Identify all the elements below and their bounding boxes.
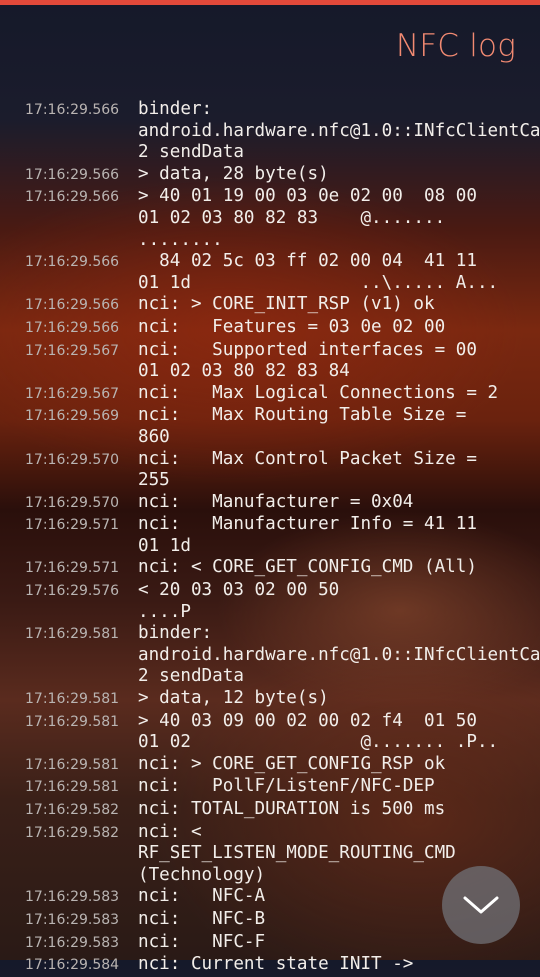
log-entry: 17:16:29.576 < 20 03 03 02 00 50 ....P [0,580,540,623]
log-message: > 40 01 19 00 03 0e 02 00 08 00 01 02 03… [138,186,477,250]
log-list[interactable]: 17:16:29.566 binder: android.hardware.nfc… [0,99,540,977]
log-timestamp: 17:16:29.570 [25,494,120,511]
log-timestamp: 17:16:29.571 [25,517,120,534]
log-message: nci: Supported interfaces = 00 01 02 03 … [138,339,477,382]
log-entry: 17:16:29.566 nci: Features = 03 0e 02 00 [0,317,540,340]
log-entry: 17:16:29.566 84 02 5c 03 ff 02 00 04 41 … [0,251,540,294]
chevron-down-icon [463,896,499,914]
log-entry: 17:16:29.570 nci: Manufacturer = 0x04 [0,492,540,515]
log-entry: 17:16:29.566 binder: android.hardware.nfc… [0,99,540,164]
log-message: nci: > CORE_GET_CONFIG_RSP ok [138,753,446,774]
log-timestamp: 17:16:29.583 [25,889,120,906]
log-entry: 17:16:29.581 nci: PollF/ListenF/NFC-DEP [0,776,540,799]
log-timestamp: 17:16:29.581 [25,756,120,773]
log-timestamp: 17:16:29.566 [25,297,120,314]
log-message: nci: Manufacturer Info = 41 11 01 1d [138,514,477,556]
log-message: binder: android.hardware.nfc@1.0::INfcCl… [138,623,540,687]
log-message: nci: PollF/ListenF/NFC-DEP [138,776,435,797]
log-entry: 17:16:29.581 > data, 12 byte(s) [0,688,540,711]
log-entry: 17:16:29.566 nci: > CORE_INIT_RSP (v1) ok [0,294,540,317]
log-message: nci: Max Routing Table Size = 860 [138,405,467,447]
accent-bar [0,0,540,5]
log-message: binder: android.hardware.nfc@1.0::INfcCl… [138,99,540,163]
log-entry: 17:16:29.567 nci: Supported interfaces = … [0,340,540,383]
log-timestamp: 17:16:29.583 [25,934,120,951]
log-timestamp: 17:16:29.582 [25,824,120,841]
log-timestamp: 17:16:29.566 [25,166,120,183]
log-timestamp: 17:16:29.576 [25,583,120,600]
log-timestamp: 17:16:29.566 [25,319,120,336]
log-message: > data, 12 byte(s) [138,688,329,709]
log-entry: 17:16:29.566 > data, 28 byte(s) [0,164,540,187]
log-entry: 17:16:29.581 nci: > CORE_GET_CONFIG_RSP o… [0,754,540,777]
log-entry: 17:16:29.569 nci: Max Routing Table Size … [0,405,540,448]
log-entry: 17:16:29.570 nci: Max Control Packet Size… [0,449,540,492]
log-message: nci: > CORE_INIT_RSP (v1) ok [138,294,435,315]
log-message: nci: Features = 03 0e 02 00 [138,316,446,337]
log-timestamp: 17:16:29.566 [25,102,120,118]
log-timestamp: 17:16:29.581 [25,779,120,796]
log-timestamp: 17:16:29.566 [25,189,120,206]
log-timestamp: 17:16:29.570 [25,451,120,468]
log-message: 84 02 5c 03 ff 02 00 04 41 11 01 1d ..\.… [138,251,499,293]
log-message: > 40 03 09 00 02 00 02 f4 01 50 01 02 @.… [138,710,499,753]
log-message: > data, 28 byte(s) [138,163,329,184]
log-timestamp: 17:16:29.567 [25,342,120,359]
log-entry: 17:16:29.566 > 40 01 19 00 03 0e 02 00 08… [0,186,540,251]
page-title: NFC log [395,28,516,64]
log-message: nci: Max Logical Connections = 2 [138,382,499,403]
log-timestamp: 17:16:29.581 [25,626,120,643]
log-entry: 17:16:29.581 binder: android.hardware.nfc… [0,623,540,688]
log-entry: 17:16:29.567 nci: Max Logical Connections… [0,383,540,406]
log-entry: 17:16:29.584 nci: Current state INIT -> [0,954,540,977]
log-message: nci: Max Control Packet Size = 255 [138,448,477,491]
log-message: nci: TOTAL_DURATION is 500 ms [138,799,446,819]
log-timestamp: 17:16:29.569 [25,408,120,425]
log-timestamp: 17:16:29.581 [25,691,120,708]
log-message: nci: Manufacturer = 0x04 [138,491,414,512]
log-timestamp: 17:16:29.566 [25,254,120,271]
log-message: nci: < CORE_GET_CONFIG_CMD (All) [138,557,477,578]
scroll-to-bottom-button[interactable] [442,866,520,944]
log-timestamp: 17:16:29.582 [25,802,120,818]
log-timestamp: 17:16:29.584 [25,957,120,974]
log-timestamp: 17:16:29.581 [25,713,120,730]
log-message: < 20 03 03 02 00 50 ....P [138,580,340,622]
log-entry: 17:16:29.571 nci: Manufacturer Info = 41 … [0,514,540,557]
log-timestamp: 17:16:29.583 [25,911,120,928]
log-timestamp: 17:16:29.567 [25,385,120,402]
log-timestamp: 17:16:29.571 [25,560,120,577]
log-entry: 17:16:29.582 nci: TOTAL_DURATION is 500 m… [0,799,540,822]
log-entry: 17:16:29.581 > 40 03 09 00 02 00 02 f4 01… [0,711,540,754]
log-entry: 17:16:29.571 nci: < CORE_GET_CONFIG_CMD (… [0,557,540,580]
log-message: nci: Current state INIT -> [138,954,414,975]
